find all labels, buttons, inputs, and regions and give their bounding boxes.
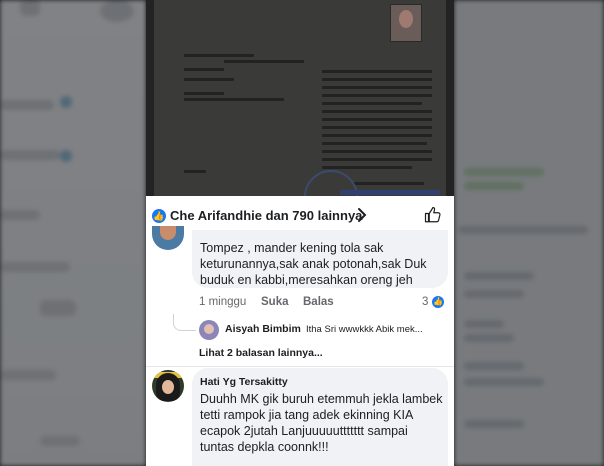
- id-photo: [390, 4, 422, 42]
- signature-title: [340, 190, 440, 195]
- comment-text: Duuhh MK gik buruh etemmuh jekla lambek …: [200, 392, 443, 454]
- comment-timestamp[interactable]: 1 minggu: [199, 296, 246, 308]
- like-button-icon[interactable]: [424, 206, 442, 224]
- comment-text: Tompez , mander kening tola sak keturuna…: [200, 241, 427, 287]
- avatar[interactable]: [199, 320, 219, 340]
- like-reaction-icon: 👍: [152, 209, 166, 223]
- reply-preview-text[interactable]: Itha Sri wwwkkk Abik mek...: [306, 324, 423, 335]
- comment-bubble[interactable]: Hati Yg Tersakitty Duuhh MK gik buruh et…: [192, 368, 448, 466]
- reply-author[interactable]: Aisyah Bimbim: [225, 323, 301, 335]
- comment-like-count[interactable]: 3: [422, 296, 428, 308]
- document-scan: [154, 0, 446, 196]
- divider: [146, 366, 454, 367]
- reactions-bar[interactable]: 👍 Che Arifandhie dan 790 lainnya: [146, 200, 454, 230]
- comment-bubble[interactable]: Tompez , mander kening tola sak keturuna…: [192, 230, 448, 288]
- avatar[interactable]: [152, 226, 184, 250]
- view-more-replies-link[interactable]: Lihat 2 balasan lainnya...: [199, 347, 323, 359]
- thread-connector: [173, 314, 196, 331]
- chevron-right-icon[interactable]: [356, 207, 368, 223]
- comment-author[interactable]: Hati Yg Tersakitty: [200, 376, 288, 388]
- post-panel: 👍 Che Arifandhie dan 790 lainnya Tompez …: [146, 0, 454, 466]
- post-image[interactable]: [146, 0, 454, 196]
- reply-button[interactable]: Balas: [303, 296, 334, 308]
- reactions-summary[interactable]: Che Arifandhie dan 790 lainnya: [170, 208, 362, 223]
- like-reaction-icon: 👍: [432, 296, 444, 308]
- avatar[interactable]: [152, 370, 184, 402]
- like-comment-button[interactable]: Suka: [261, 296, 289, 308]
